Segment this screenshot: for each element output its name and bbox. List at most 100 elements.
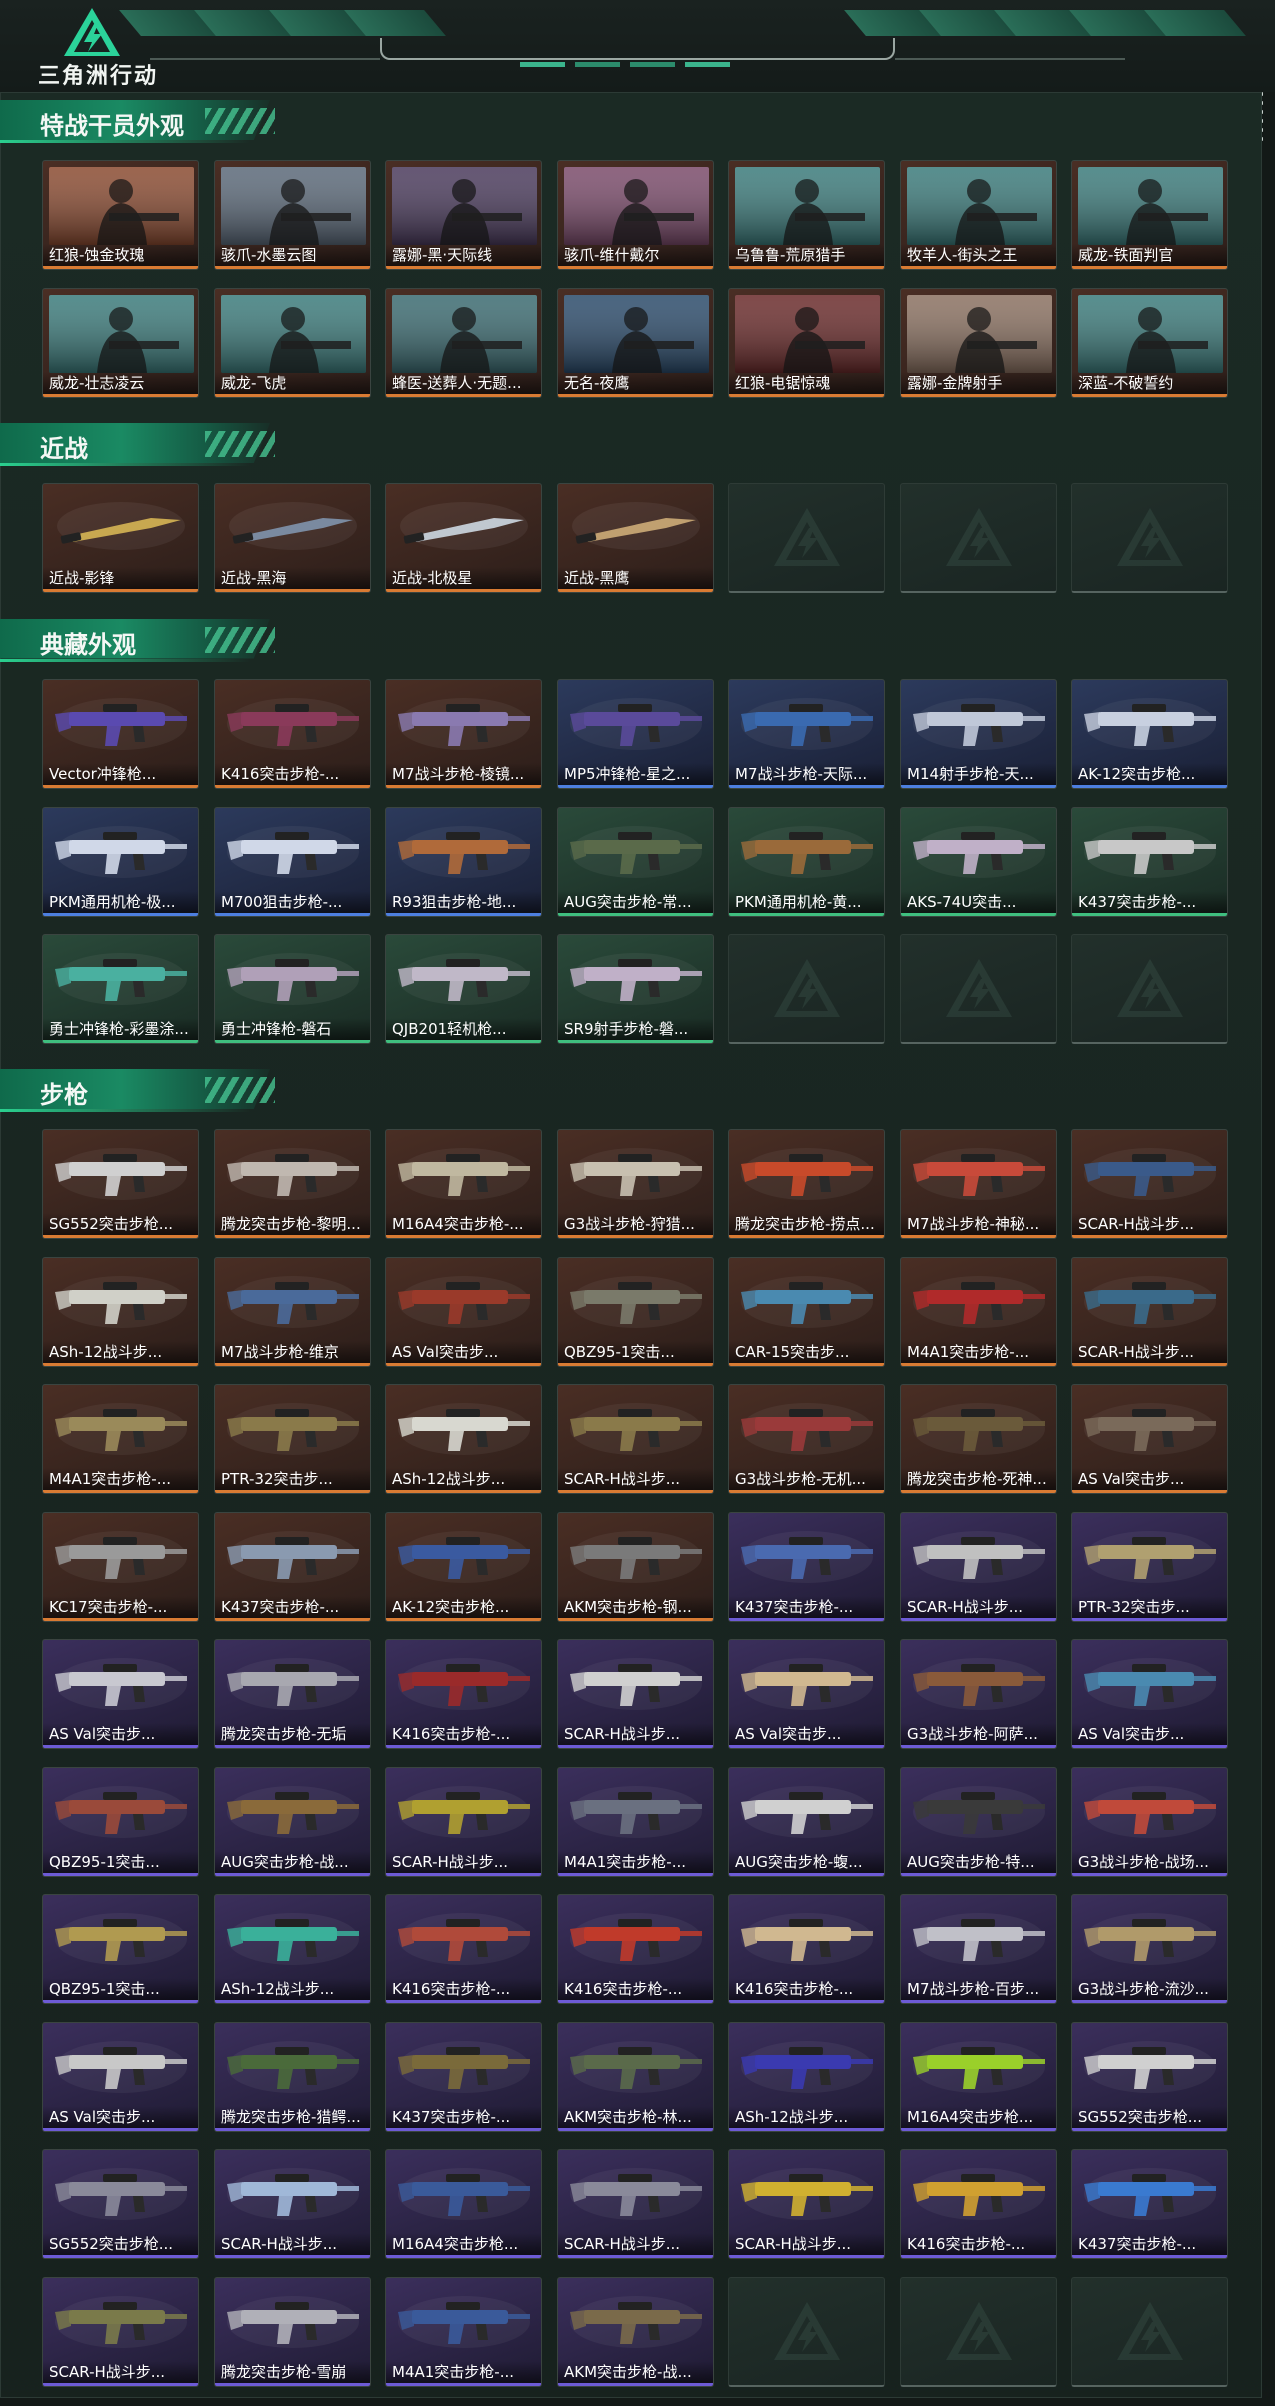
weapon-skin-card[interactable]: ASh-12战斗步... [214,1894,371,2004]
weapon-skin-card[interactable]: M7战斗步枪-维京 [214,1257,371,1367]
weapon-skin-card[interactable]: K416突击步枪-... [385,1894,542,2004]
weapon-skin-card[interactable]: G3战斗步枪-无机... [728,1384,885,1494]
weapon-skin-card[interactable]: R93狙击步枪-地... [385,806,542,917]
melee-skin-card[interactable]: 近战-北极星 [385,483,542,593]
weapon-skin-card[interactable]: SCAR-H战斗步... [557,2149,714,2259]
weapon-skin-card[interactable]: PTR-32突击步... [1071,1512,1228,1622]
weapon-skin-card[interactable]: M7战斗步枪-百步... [900,1894,1057,2004]
operator-skin-card[interactable]: 威龙-铁面判官 [1071,160,1228,270]
weapon-skin-card[interactable]: G3战斗步枪-狩猎... [557,1129,714,1239]
weapon-skin-card[interactable]: AS Val突击步... [1071,1384,1228,1494]
weapon-skin-card[interactable]: SR9射手步枪-磐... [557,933,714,1044]
weapon-skin-card[interactable]: QJB201轻机枪... [385,933,542,1044]
weapon-skin-card[interactable]: M4A1突击步枪-... [900,1257,1057,1367]
weapon-skin-card[interactable]: SCAR-H战斗步... [1071,1129,1228,1239]
weapon-skin-card[interactable]: K437突击步枪-... [214,1512,371,1622]
weapon-skin-card[interactable]: M14射手步枪-天... [900,678,1057,789]
weapon-skin-card[interactable]: SCAR-H战斗步... [728,2149,885,2259]
weapon-skin-card[interactable]: K437突击步枪-... [385,2022,542,2132]
melee-skin-card[interactable]: 近战-黑海 [214,483,371,593]
weapon-skin-card[interactable]: K416突击步枪-... [385,1639,542,1749]
weapon-skin-card[interactable]: M4A1突击步枪-... [42,1384,199,1494]
weapon-skin-card[interactable]: K416突击步枪-... [728,1894,885,2004]
operator-skin-card[interactable]: 红狼-蚀金玫瑰 [42,160,199,270]
weapon-skin-card[interactable]: AK-12突击步枪... [385,1512,542,1622]
weapon-skin-card[interactable]: M4A1突击步枪-... [557,1767,714,1877]
weapon-skin-card[interactable]: SG552突击步枪... [42,1129,199,1239]
weapon-skin-card[interactable]: 腾龙突击步枪-无垢 [214,1639,371,1749]
weapon-skin-card[interactable]: ASh-12战斗步... [728,2022,885,2132]
weapon-skin-card[interactable]: SCAR-H战斗步... [557,1639,714,1749]
weapon-skin-card[interactable]: ASh-12战斗步... [42,1257,199,1367]
weapon-skin-card[interactable]: SCAR-H战斗步... [1071,1257,1228,1367]
melee-skin-card[interactable]: 近战-影锋 [42,483,199,593]
weapon-skin-card[interactable]: SCAR-H战斗步... [557,1384,714,1494]
weapon-skin-card[interactable]: AKS-74U突击... [900,806,1057,917]
operator-skin-card[interactable]: 深蓝-不破誓约 [1071,288,1228,398]
operator-skin-card[interactable]: 蜂医-送葬人·无题... [385,288,542,398]
weapon-skin-card[interactable]: M7战斗步枪-天际... [728,678,885,789]
weapon-skin-card[interactable]: PKM通用机枪-极... [42,806,199,917]
weapon-skin-card[interactable]: G3战斗步枪-战场... [1071,1767,1228,1877]
weapon-skin-card[interactable]: SCAR-H战斗步... [900,1512,1057,1622]
weapon-skin-card[interactable]: K416突击步枪-... [900,2149,1057,2259]
operator-skin-card[interactable]: 乌鲁鲁-荒原猎手 [728,160,885,270]
weapon-skin-card[interactable]: G3战斗步枪-阿萨... [900,1639,1057,1749]
weapon-skin-card[interactable]: PKM通用机枪-黄... [728,806,885,917]
weapon-skin-card[interactable]: PTR-32突击步... [214,1384,371,1494]
weapon-skin-card[interactable]: AS Val突击步... [1071,1639,1228,1749]
melee-skin-card[interactable]: 近战-黑鹰 [557,483,714,593]
weapon-skin-card[interactable]: AS Val突击步... [385,1257,542,1367]
weapon-skin-card[interactable]: 腾龙突击步枪-黎明... [214,1129,371,1239]
weapon-skin-card[interactable]: AUG突击步枪-常... [557,806,714,917]
operator-skin-card[interactable]: 威龙-飞虎 [214,288,371,398]
weapon-skin-card[interactable]: SCAR-H战斗步... [214,2149,371,2259]
weapon-skin-card[interactable]: 腾龙突击步枪-死神... [900,1384,1057,1494]
weapon-skin-card[interactable]: 腾龙突击步枪-雪崩 [214,2277,371,2387]
weapon-skin-card[interactable]: MP5冲锋枪-星之... [557,678,714,789]
weapon-skin-card[interactable]: M16A4突击步枪... [385,2149,542,2259]
operator-skin-card[interactable]: 无名-夜鹰 [557,288,714,398]
operator-skin-card[interactable]: 红狼-电锯惊魂 [728,288,885,398]
weapon-skin-card[interactable]: AUG突击步枪-特... [900,1767,1057,1877]
operator-skin-card[interactable]: 骇爪-维什戴尔 [557,160,714,270]
weapon-skin-card[interactable]: SG552突击步枪... [42,2149,199,2259]
weapon-skin-card[interactable]: M7战斗步枪-神秘... [900,1129,1057,1239]
weapon-skin-card[interactable]: 勇士冲锋枪-彩墨涂... [42,933,199,1044]
weapon-skin-card[interactable]: M7战斗步枪-棱镜... [385,678,542,789]
weapon-skin-card[interactable]: K437突击步枪-... [728,1512,885,1622]
operator-skin-card[interactable]: 威龙-壮志凌云 [42,288,199,398]
weapon-skin-card[interactable]: K416突击步枪-... [557,1894,714,2004]
weapon-skin-card[interactable]: K416突击步枪-... [214,678,371,789]
weapon-skin-card[interactable]: AUG突击步枪-蝮... [728,1767,885,1877]
weapon-skin-card[interactable]: AS Val突击步... [42,1639,199,1749]
weapon-skin-card[interactable]: 腾龙突击步枪-猎鳄... [214,2022,371,2132]
weapon-skin-card[interactable]: KC17突击步枪-... [42,1512,199,1622]
weapon-skin-card[interactable]: G3战斗步枪-流沙... [1071,1894,1228,2004]
weapon-skin-card[interactable]: AS Val突击步... [42,2022,199,2132]
weapon-skin-card[interactable]: SCAR-H战斗步... [385,1767,542,1877]
weapon-skin-card[interactable]: M16A4突击步枪-... [385,1129,542,1239]
operator-skin-card[interactable]: 牧羊人-街头之王 [900,160,1057,270]
weapon-skin-card[interactable]: AK-12突击步枪... [1071,678,1228,789]
weapon-skin-card[interactable]: CAR-15突击步... [728,1257,885,1367]
weapon-skin-card[interactable]: 勇士冲锋枪-磐石 [214,933,371,1044]
weapon-skin-card[interactable]: QBZ95-1突击... [42,1894,199,2004]
operator-skin-card[interactable]: 露娜-黑·天际线 [385,160,542,270]
weapon-skin-card[interactable]: QBZ95-1突击... [557,1257,714,1367]
weapon-skin-card[interactable]: K437突击步枪-... [1071,2149,1228,2259]
weapon-skin-card[interactable]: 腾龙突击步枪-捞点... [728,1129,885,1239]
weapon-skin-card[interactable]: K437突击步枪-... [1071,806,1228,917]
weapon-skin-card[interactable]: QBZ95-1突击... [42,1767,199,1877]
operator-skin-card[interactable]: 骇爪-水墨云图 [214,160,371,270]
weapon-skin-card[interactable]: ASh-12战斗步... [385,1384,542,1494]
weapon-skin-card[interactable]: AS Val突击步... [728,1639,885,1749]
weapon-skin-card[interactable]: M700狙击步枪-... [214,806,371,917]
operator-skin-card[interactable]: 露娜-金牌射手 [900,288,1057,398]
weapon-skin-card[interactable]: M4A1突击步枪-... [385,2277,542,2387]
weapon-skin-card[interactable]: M16A4突击步枪... [900,2022,1057,2132]
weapon-skin-card[interactable]: AUG突击步枪-战... [214,1767,371,1877]
weapon-skin-card[interactable]: AKM突击步枪-林... [557,2022,714,2132]
weapon-skin-card[interactable]: SCAR-H战斗步... [42,2277,199,2387]
weapon-skin-card[interactable]: SG552突击步枪... [1071,2022,1228,2132]
